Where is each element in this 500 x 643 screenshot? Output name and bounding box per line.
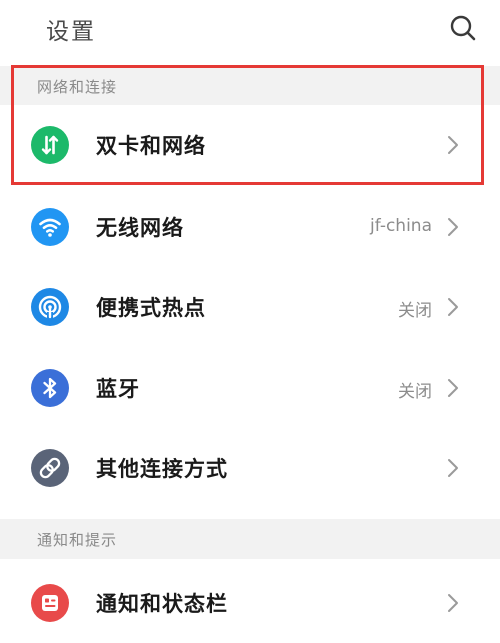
dual-sim-data-icon xyxy=(31,126,69,164)
chevron-right-icon xyxy=(448,459,458,477)
search-icon xyxy=(450,15,476,41)
setting-item-label: 蓝牙 xyxy=(96,377,140,401)
section-title-network: 网络和连接 xyxy=(37,78,118,96)
chevron-right-icon xyxy=(448,379,458,397)
chevron-right-icon xyxy=(448,218,458,236)
hotspot-icon xyxy=(31,288,69,326)
section-header-notifications: 通知和提示 xyxy=(0,519,500,559)
setting-item-value: jf-china xyxy=(370,216,432,236)
setting-item-bluetooth[interactable]: 蓝牙 关闭 xyxy=(0,348,500,428)
section-header-network: 网络和连接 xyxy=(0,66,500,106)
setting-item-value: 关闭 xyxy=(398,301,432,321)
setting-item-label: 双卡和网络 xyxy=(96,134,206,158)
setting-item-value: 关闭 xyxy=(398,382,432,402)
setting-item-label: 便携式热点 xyxy=(96,296,206,320)
bluetooth-icon xyxy=(31,369,69,407)
page-title: 设置 xyxy=(46,19,96,45)
setting-item-dual-sim[interactable]: 双卡和网络 xyxy=(0,105,500,185)
setting-item-label: 其他连接方式 xyxy=(96,457,228,481)
section-title-notifications: 通知和提示 xyxy=(37,531,118,549)
setting-item-other-connections[interactable]: 其他连接方式 xyxy=(0,428,500,508)
setting-item-hotspot[interactable]: 便携式热点 关闭 xyxy=(0,267,500,347)
setting-item-label: 通知和状态栏 xyxy=(96,592,228,616)
setting-item-label: 无线网络 xyxy=(96,216,184,240)
link-icon xyxy=(31,449,69,487)
chevron-right-icon xyxy=(448,298,458,316)
setting-item-wifi[interactable]: 无线网络 jf-china xyxy=(0,187,500,267)
wifi-icon xyxy=(31,208,69,246)
app-header: 设置 xyxy=(0,0,500,58)
search-button[interactable] xyxy=(445,10,481,46)
setting-item-notifications[interactable]: 通知和状态栏 xyxy=(0,563,500,643)
chevron-right-icon xyxy=(448,136,458,154)
chevron-right-icon xyxy=(448,594,458,612)
notification-icon xyxy=(31,584,69,622)
